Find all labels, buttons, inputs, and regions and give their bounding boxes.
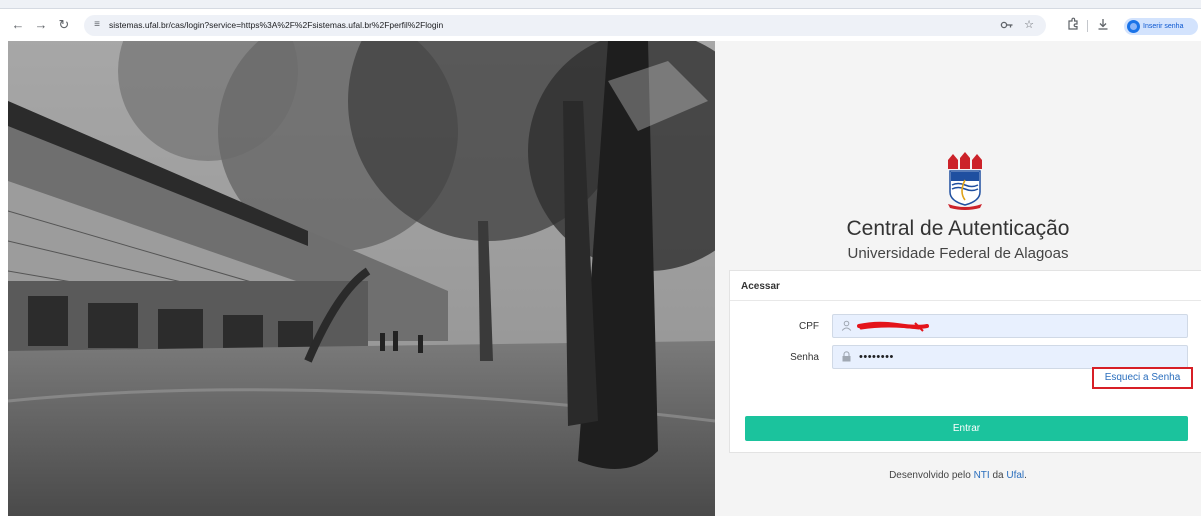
bookmark-star-icon[interactable]: ☆ bbox=[1022, 18, 1036, 32]
reload-icon[interactable]: ↻ bbox=[56, 17, 72, 33]
toolbar-divider bbox=[1087, 20, 1088, 32]
back-arrow-icon[interactable]: ← bbox=[10, 17, 26, 33]
browser-toolbar: ← → ↻ ≡ sistemas.ufal.br/cas/login?servi… bbox=[0, 9, 1201, 41]
login-panel: Central de Autenticação Universidade Fed… bbox=[715, 41, 1201, 516]
card-header-title: Acessar bbox=[741, 281, 780, 292]
card-header: Acessar bbox=[730, 271, 1201, 301]
address-url[interactable]: sistemas.ufal.br/cas/login?service=https… bbox=[109, 19, 443, 31]
forgot-password-link[interactable]: Esqueci a Senha bbox=[1092, 367, 1193, 389]
login-card: Acessar CPF Senha •••••••• Esqueci a Sen… bbox=[729, 270, 1201, 453]
footer-middle: da bbox=[992, 470, 1004, 481]
site-info-icon[interactable]: ≡ bbox=[91, 18, 103, 32]
profile-label: Inserir senha bbox=[1143, 23, 1184, 30]
footer-credit: Desenvolvido pelo NTI da Ufal. bbox=[715, 469, 1201, 482]
user-icon bbox=[840, 320, 852, 332]
address-bar[interactable]: ≡ sistemas.ufal.br/cas/login?service=htt… bbox=[84, 15, 1046, 36]
footer-suffix: . bbox=[1024, 470, 1027, 481]
nti-link[interactable]: NTI bbox=[974, 470, 990, 481]
avatar bbox=[1127, 20, 1140, 33]
forward-arrow-icon[interactable]: → bbox=[33, 17, 49, 33]
browser-tab-strip bbox=[0, 0, 1201, 9]
page-subtitle: Universidade Federal de Alagoas bbox=[847, 245, 1069, 262]
ufal-logo bbox=[946, 152, 984, 210]
password-label: Senha bbox=[790, 352, 819, 363]
password-key-icon[interactable] bbox=[1000, 18, 1014, 32]
tab-search-icon[interactable] bbox=[1104, 17, 1120, 33]
cpf-label: CPF bbox=[799, 321, 819, 332]
submit-button[interactable]: Entrar bbox=[745, 416, 1188, 441]
lock-icon bbox=[840, 351, 852, 363]
extensions-puzzle-icon[interactable] bbox=[1065, 17, 1081, 33]
cpf-field[interactable] bbox=[832, 314, 1188, 338]
password-field[interactable]: •••••••• bbox=[832, 345, 1188, 369]
campus-photo-image bbox=[8, 41, 715, 516]
footer-prefix: Desenvolvido pelo bbox=[889, 470, 971, 481]
profile-button[interactable]: Inserir senha bbox=[1124, 18, 1198, 35]
ufal-crest-icon bbox=[948, 152, 982, 210]
page-title: Central de Autenticação bbox=[846, 217, 1070, 240]
ufal-link[interactable]: Ufal bbox=[1006, 470, 1024, 481]
password-value: •••••••• bbox=[859, 351, 894, 363]
campus-photo bbox=[8, 41, 715, 516]
redaction-mark bbox=[857, 321, 929, 332]
